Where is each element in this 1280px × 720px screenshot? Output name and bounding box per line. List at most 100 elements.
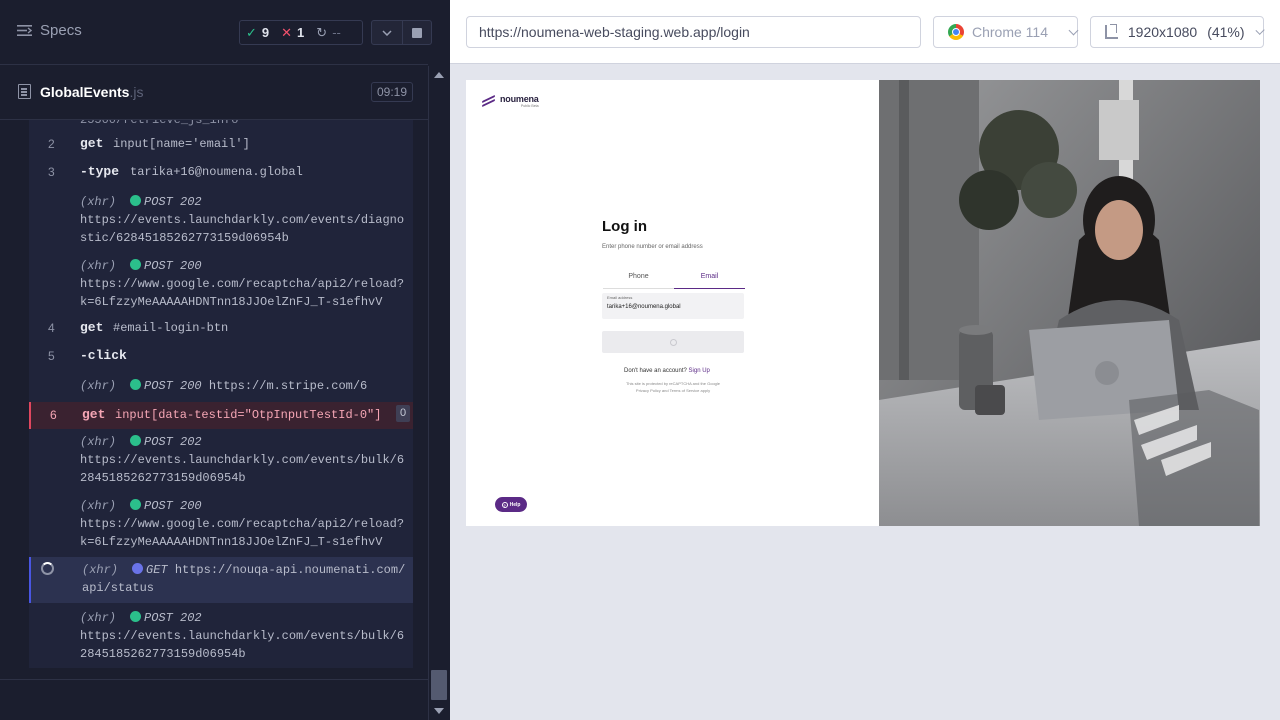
command-name: get [80,136,104,151]
command-name: -click [80,348,127,363]
chrome-icon [948,24,964,40]
command-name: get [82,407,106,422]
test-stats: ✓ 9 ✕ 1 ↻ -- [239,20,363,45]
xhr-row[interactable]: (xhr) POST 200 https://m.stripe.com/6 [29,377,413,399]
stop-button[interactable] [402,20,432,45]
collapse-button[interactable] [371,20,403,45]
xhr-row[interactable]: (xhr) POST 202 https://events.launchdarkly… [29,609,413,665]
command-number: 2 [48,137,55,151]
xhr-method: POST 200 [144,259,202,273]
xhr-content: (xhr) POST 200 https://www.google.com/reca… [80,497,408,551]
viewport-zoom: (41%) [1207,24,1245,40]
specs-button[interactable]: Specs [17,22,82,39]
truncated-text: 25500/retrieve_js_info [80,120,239,127]
brand-logo: noumena Public Beta [482,95,539,109]
xhr-method: GET [146,563,168,577]
command-number: 6 [50,408,57,422]
hero-photo-illustration [879,80,1260,526]
recaptcha-notice: This site is protected by reCAPTCHA and … [602,380,744,394]
login-subtitle: Enter phone number or email address [602,244,703,250]
xhr-url: https://m.stripe.com/6 [208,379,368,393]
xhr-row[interactable]: (xhr) POST 200 https://www.google.com/reca… [29,497,413,553]
login-pane: noumena Public Beta Log in Enter phone n… [466,80,879,526]
command-row-failed[interactable]: 6 get input[data-testid="OtpInputTestId-… [29,402,413,429]
command-log-scrollbar[interactable] [428,66,450,720]
spec-title: GlobalEvents.js [40,84,143,100]
check-icon: ✓ [246,24,257,40]
failed-number: 1 [297,25,305,40]
viewport-selector[interactable]: 1920x1080 (41%) [1090,16,1265,48]
stop-icon [412,27,422,38]
xhr-content: (xhr) POST 200 https://www.google.com/reca… [80,257,408,311]
xhr-label: (xhr) [82,563,119,577]
passed-count: ✓ 9 [240,25,275,41]
login-title: Log in [602,218,647,235]
noumena-logo-icon [482,95,495,108]
browser-label: Chrome 114 [972,24,1049,40]
signup-prompt: Don't have an account? Sign Up [624,368,710,374]
spec-header: GlobalEvents.js 09:19 [0,66,428,120]
command-row[interactable]: 3 -type tarika+16@noumena.global [29,163,413,185]
xhr-content: (xhr) POST 200 https://m.stripe.com/6 [80,377,408,395]
question-icon: ? [501,501,508,508]
tab-email[interactable]: Email [674,270,745,289]
xhr-url: https://www.google.com/recaptcha/api2/re… [80,517,405,549]
menu-icon [17,25,32,36]
aut-toolbar: https://noumena-web-staging.web.app/logi… [450,0,1280,64]
xhr-label: (xhr) [80,435,117,449]
brand-name: noumena [500,94,539,104]
xhr-method: POST 200 [144,379,202,393]
xhr-content: (xhr) GET https://nouqa-api.noumenati.com… [82,561,410,597]
help-button[interactable]: ? Help [495,497,527,512]
passed-number: 9 [261,25,270,40]
status-dot [130,259,142,270]
status-dot [130,379,142,390]
scroll-up-icon[interactable] [434,72,444,78]
pending-count: ↻ -- [310,25,347,41]
loading-spinner-icon [41,562,54,575]
tab-phone[interactable]: Phone [603,270,674,289]
xhr-row-pending[interactable]: (xhr) GET https://nouqa-api.noumenati.com… [29,557,413,603]
chevron-down-icon [1255,25,1265,35]
viewport-size: 1920x1080 [1127,24,1198,40]
command-row[interactable]: 2 get input[name='email'] [29,135,413,157]
legal-line-1: This site is protected by reCAPTCHA and … [625,381,721,386]
xhr-label: (xhr) [80,499,117,513]
email-field[interactable]: Email address tarika+16@noumena.global [602,293,744,319]
loading-spinner-icon [669,338,677,346]
sign-up-link[interactable]: Sign Up [689,368,710,374]
failed-count: ✕ 1 [275,25,310,41]
browser-selector[interactable]: Chrome 114 [933,16,1079,48]
chevron-down-icon [1068,25,1079,35]
xhr-method: POST 202 [144,195,202,209]
command-log[interactable]: 25500/retrieve_js_info 2 get input[name=… [0,120,428,668]
element-count-badge: 0 [396,405,410,422]
status-dot [130,499,142,510]
hero-photo [879,80,1260,526]
xhr-row[interactable]: (xhr) POST 200 https://www.google.com/reca… [29,257,413,313]
spec-duration: 09:19 [371,82,414,102]
xhr-label: (xhr) [80,195,117,209]
status-dot [130,435,142,446]
xhr-url: https://www.google.com/recaptcha/api2/re… [80,277,405,309]
xhr-url: https://nouqa-api.noumenati.com/api/stat… [82,563,406,595]
xhr-url: https://events.launchdarkly.com/events/d… [80,213,405,245]
email-login-button[interactable] [602,331,744,353]
brand-sub: Public Beta [520,104,539,108]
xhr-row[interactable]: (xhr) POST 202 https://events.launchdarkly… [29,193,413,249]
command-row[interactable]: 4 get #email-login-btn [29,319,413,341]
xhr-content: (xhr) POST 202 https://events.launchdarkly… [80,193,408,247]
specs-label: Specs [40,22,82,39]
scroll-down-icon[interactable] [434,708,444,714]
url-bar[interactable]: https://noumena-web-staging.web.app/logi… [466,16,921,48]
command-row[interactable]: 5 -click [29,347,413,369]
reporter-footer-divider [0,679,428,680]
command-number: 4 [48,321,55,335]
spec-name: GlobalEvents [40,84,130,100]
x-icon: ✕ [281,24,293,40]
xhr-label: (xhr) [80,379,117,393]
cypress-reporter: Specs ✓ 9 ✕ 1 ↻ -- GlobalEvents.js 09:19 25… [0,0,450,720]
scrollbar-thumb[interactable] [431,670,447,700]
xhr-row[interactable]: (xhr) POST 202 https://events.launchdarkly… [29,433,413,489]
xhr-url: https://events.launchdarkly.com/events/b… [80,629,405,661]
